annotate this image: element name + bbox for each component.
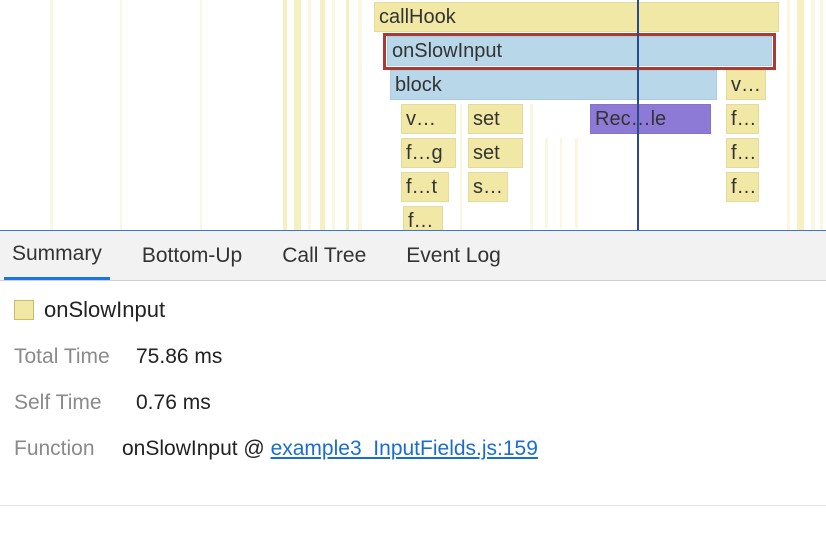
function-value-prefix: onSlowInput @ <box>122 437 271 460</box>
source-link[interactable]: example3_InputFields.js:159 <box>271 437 538 460</box>
function-name: onSlowInput <box>44 297 165 323</box>
flame-stripe <box>50 0 53 231</box>
flame-block[interactable]: f…t <box>401 172 449 202</box>
flame-block[interactable]: f…g <box>401 138 456 168</box>
flame-stripe <box>358 0 362 231</box>
tab-event-log[interactable]: Event Log <box>398 231 509 280</box>
flame-stripe <box>283 0 287 231</box>
flame-stripe <box>346 0 349 231</box>
tab-call-tree[interactable]: Call Tree <box>274 231 374 280</box>
flame-stripe <box>320 0 325 231</box>
function-color-swatch <box>14 300 34 320</box>
flame-stripe <box>545 138 548 228</box>
flame-stripe <box>560 138 562 228</box>
flame-stripe <box>332 0 335 231</box>
flame-block[interactable]: f… <box>403 206 443 231</box>
flame-block[interactable]: v… <box>401 104 456 134</box>
flame-stripe <box>787 0 790 231</box>
flame-stripe <box>820 0 823 231</box>
flame-block[interactable]: s… <box>468 172 508 202</box>
panel-divider <box>0 505 826 506</box>
flame-stripe <box>797 0 804 231</box>
flame-block[interactable]: set <box>468 138 523 168</box>
flame-chart[interactable]: callHook onSlowInput block v… v… set Rec… <box>0 0 826 231</box>
function-label: Function <box>14 437 104 461</box>
flame-stripe <box>811 0 815 231</box>
flame-stripe <box>575 138 578 228</box>
flame-block[interactable]: Rec…le <box>590 104 711 134</box>
tab-summary[interactable]: Summary <box>4 231 110 280</box>
flame-stripe <box>120 0 122 231</box>
total-time-label: Total Time <box>14 345 118 369</box>
self-time-label: Self Time <box>14 391 118 415</box>
flame-block[interactable]: v… <box>726 70 766 100</box>
self-time-value: 0.76 ms <box>136 391 211 415</box>
flame-block[interactable]: callHook <box>374 2 779 32</box>
flame-stripe <box>530 104 533 231</box>
summary-panel: onSlowInput Total Time 75.86 ms Self Tim… <box>0 281 826 495</box>
flame-block-selected[interactable]: onSlowInput <box>387 36 772 66</box>
tab-bottom-up[interactable]: Bottom-Up <box>134 231 250 280</box>
total-time-value: 75.86 ms <box>136 345 222 369</box>
flame-block[interactable]: f… <box>726 172 759 202</box>
flame-block[interactable]: f… <box>726 104 759 134</box>
flame-stripe <box>200 0 202 231</box>
flame-block[interactable]: set <box>468 104 523 134</box>
details-tabs: Summary Bottom-Up Call Tree Event Log <box>0 231 826 281</box>
flame-stripe <box>460 104 462 231</box>
function-value: onSlowInput @ example3_InputFields.js:15… <box>122 437 538 461</box>
flame-time-marker[interactable] <box>637 0 639 231</box>
flame-block[interactable]: block <box>390 70 717 100</box>
flame-stripe <box>294 0 301 231</box>
flame-stripe <box>308 0 311 231</box>
flame-block[interactable]: f… <box>726 138 759 168</box>
